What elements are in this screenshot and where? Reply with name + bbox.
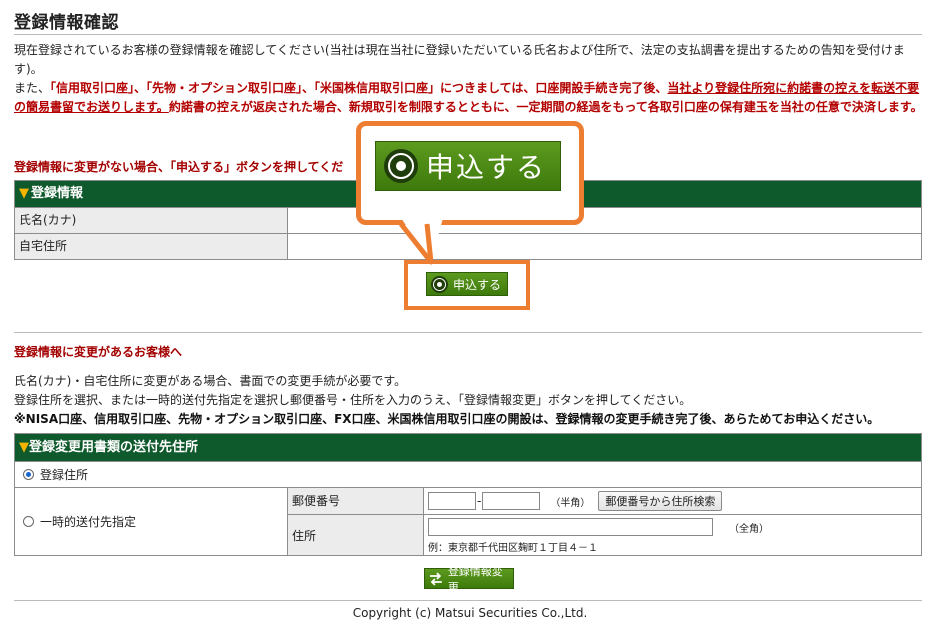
address-label: 住所 <box>288 515 424 555</box>
intro-prefix: また、 <box>14 81 51 95</box>
change-line1: 氏名(カナ)・自宅住所に変更がある場合、書面での変更手続が必要です。 <box>14 374 407 388</box>
postal-code-separator: - <box>477 494 482 508</box>
temporary-address-row: 一時的送付先指定 郵便番号 - （半角） 郵便番号から住所検索 住所 （全角） … <box>15 487 921 555</box>
copyright: Copyright (c) Matsui Securities Co.,Ltd. <box>352 606 588 620</box>
triangle-down-icon: ▼ <box>19 186 29 201</box>
name-kana-label: 氏名(カナ) <box>15 208 288 233</box>
target-circle-icon <box>431 275 448 293</box>
apply-button-zoomed-label: 申込する <box>426 151 547 184</box>
postal-code-hint: （半角） <box>550 497 591 509</box>
address-input[interactable] <box>428 518 713 536</box>
intro-accounts: 「信用取引口座」、「先物・オプション取引口座」、「米国株信用取引口座」につきまし… <box>50 81 668 95</box>
mailing-address-title: 登録変更用書類の送付先住所 <box>29 440 199 455</box>
submit-change-label: 登録情報変更 <box>447 564 503 594</box>
change-line2: 登録住所を選択、または一時的送付先指定を選択し郵便番号・住所を入力のうえ、「登録… <box>14 393 692 407</box>
address-row: 住所 （全角） 例：東京都千代田区麹町１丁目４－１ <box>288 515 921 555</box>
swap-arrows-icon <box>429 571 442 586</box>
intro-line2: また、「信用取引口座」、「先物・オプション取引口座」、「米国株信用取引口座」につ… <box>14 79 926 117</box>
address-input-line: （全角） <box>428 518 921 536</box>
registration-info-title: 登録情報 <box>31 186 84 201</box>
mailing-address-table: ▼登録変更用書類の送付先住所 登録住所 一時的送付先指定 郵便番号 - （半角）… <box>14 433 922 556</box>
apply-button-label: 申込する <box>453 277 502 292</box>
table-row: 自宅住所 <box>15 233 921 259</box>
temporary-address-option[interactable]: 一時的送付先指定 <box>15 488 288 555</box>
mailing-address-header: ▼登録変更用書類の送付先住所 <box>15 434 921 461</box>
no-change-heading: 登録情報に変更がない場合、「申込する」ボタンを押してくだ <box>14 160 344 174</box>
temporary-address-fields: 郵便番号 - （半角） 郵便番号から住所検索 住所 （全角） 例：東京都千代田区… <box>288 488 921 555</box>
registered-address-radio[interactable] <box>23 469 34 480</box>
postal-code-label: 郵便番号 <box>288 488 424 514</box>
postal-code-cell: - （半角） 郵便番号から住所検索 <box>424 488 921 514</box>
intro-line1: 現在登録されているお客様の登録情報を確認してください(当社は現在当社に登録いただ… <box>14 43 905 76</box>
postal-code-input-1[interactable] <box>428 492 476 510</box>
intro-text: 現在登録されているお客様の登録情報を確認してください(当社は現在当社に登録いただ… <box>14 41 926 117</box>
change-heading: 登録情報に変更があるお客様へ <box>14 345 183 359</box>
target-circle-icon <box>384 149 418 183</box>
intro-rest: 約諾書の控えが返戻された場合、新規取引を制限するとともに、一定期間の経過をもって… <box>168 100 923 114</box>
change-description: 氏名(カナ)・自宅住所に変更がある場合、書面での変更手続が必要です。 登録住所を… <box>14 372 879 429</box>
registered-address-label: 登録住所 <box>40 468 89 482</box>
title-divider <box>14 34 922 35</box>
section-divider <box>14 332 922 333</box>
page-title: 登録情報確認 <box>14 13 119 33</box>
registered-address-row[interactable]: 登録住所 <box>15 461 921 487</box>
address-cell: （全角） 例：東京都千代田区麹町１丁目４－１ <box>424 515 921 555</box>
postal-search-button[interactable]: 郵便番号から住所検索 <box>598 491 723 511</box>
change-note: ※NISA口座、信用取引口座、先物・オプション取引口座、FX口座、米国株信用取引… <box>14 412 880 426</box>
temporary-address-radio[interactable] <box>23 516 34 527</box>
triangle-down-icon: ▼ <box>19 440 29 455</box>
address-example: 例：東京都千代田区麹町１丁目４－１ <box>428 543 598 554</box>
postal-code-input-2[interactable] <box>482 492 541 510</box>
postal-code-row: 郵便番号 - （半角） 郵便番号から住所検索 <box>288 488 921 515</box>
address-hint: （全角） <box>729 523 769 535</box>
temporary-address-label: 一時的送付先指定 <box>40 515 137 529</box>
apply-button[interactable]: 申込する <box>426 272 508 296</box>
apply-button-zoomed: 申込する <box>375 141 561 191</box>
footer-divider <box>14 600 922 601</box>
submit-change-button[interactable]: 登録情報変更 <box>424 565 514 594</box>
home-address-label: 自宅住所 <box>15 234 288 259</box>
home-address-value <box>288 234 921 259</box>
